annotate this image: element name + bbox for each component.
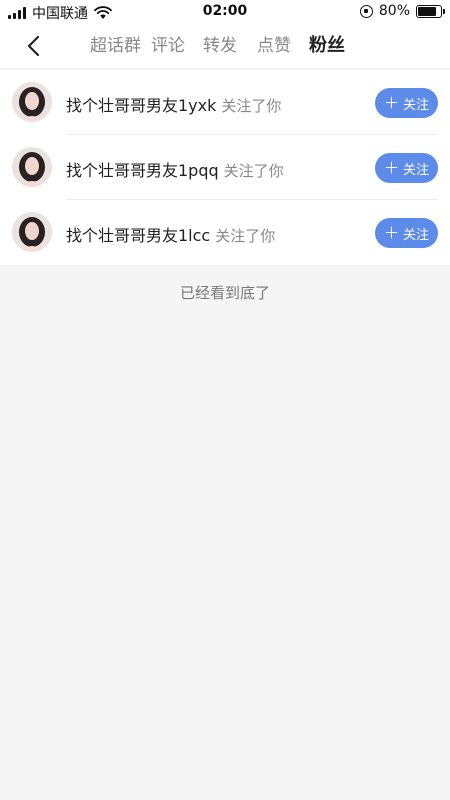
plus-icon: ＋ bbox=[383, 159, 399, 177]
follow-action-text: 关注了你 bbox=[215, 227, 276, 245]
follower-row[interactable]: 找个壮哥哥男友1pqq 关注了你 ＋ 关注 bbox=[0, 135, 450, 200]
avatar[interactable] bbox=[12, 82, 52, 122]
avatar[interactable] bbox=[12, 212, 52, 252]
plus-icon: ＋ bbox=[383, 94, 399, 112]
follower-text: 找个壮哥哥男友1pqq 关注了你 bbox=[66, 157, 284, 181]
follow-button-label: 关注 bbox=[403, 161, 430, 177]
back-arrow-icon[interactable] bbox=[24, 34, 44, 58]
follow-button-label: 关注 bbox=[403, 96, 430, 112]
follow-button[interactable]: ＋ 关注 bbox=[375, 88, 438, 118]
status-right: 80% bbox=[359, 3, 445, 19]
follower-text: 找个壮哥哥男友1lcc 关注了你 bbox=[66, 222, 275, 246]
orientation-lock-icon bbox=[359, 4, 373, 18]
follow-button[interactable]: ＋ 关注 bbox=[375, 153, 438, 183]
tab-bar: 超话群 评论 转发 点赞 粉丝 bbox=[90, 34, 345, 58]
top-nav: 超话群 评论 转发 点赞 粉丝 bbox=[0, 24, 450, 69]
tab-reposts[interactable]: 转发 bbox=[203, 34, 237, 58]
follower-row[interactable]: 找个壮哥哥男友1yxk 关注了你 ＋ 关注 bbox=[0, 70, 450, 135]
battery-fill bbox=[418, 6, 436, 16]
follow-action-text: 关注了你 bbox=[221, 97, 282, 115]
tab-likes[interactable]: 点赞 bbox=[257, 34, 291, 58]
follow-button-label: 关注 bbox=[403, 226, 430, 242]
avatar[interactable] bbox=[12, 147, 52, 187]
follower-text: 找个壮哥哥男友1yxk 关注了你 bbox=[66, 92, 281, 116]
tab-comments[interactable]: 评论 bbox=[151, 34, 185, 58]
battery-icon bbox=[416, 4, 445, 18]
end-of-list-text: 已经看到底了 bbox=[179, 284, 270, 302]
tab-super-topic-group[interactable]: 超话群 bbox=[90, 34, 141, 58]
follower-name[interactable]: 找个壮哥哥男友1pqq bbox=[66, 161, 219, 180]
plus-icon: ＋ bbox=[383, 224, 399, 242]
follower-name[interactable]: 找个壮哥哥男友1yxk bbox=[66, 96, 216, 115]
battery-percent: 80% bbox=[378, 3, 410, 19]
follow-action-text: 关注了你 bbox=[223, 162, 284, 180]
tab-fans[interactable]: 粉丝 bbox=[309, 34, 345, 58]
follower-row[interactable]: 找个壮哥哥男友1lcc 关注了你 ＋ 关注 bbox=[0, 200, 450, 265]
follower-name[interactable]: 找个壮哥哥男友1lcc bbox=[66, 226, 210, 245]
follow-button[interactable]: ＋ 关注 bbox=[375, 218, 438, 248]
status-bar: 中国联通 02:00 80% bbox=[0, 0, 450, 24]
follower-list: 找个壮哥哥男友1yxk 关注了你 ＋ 关注 找个壮哥哥男友1pqq 关注了你 ＋ 关… bbox=[0, 70, 450, 265]
